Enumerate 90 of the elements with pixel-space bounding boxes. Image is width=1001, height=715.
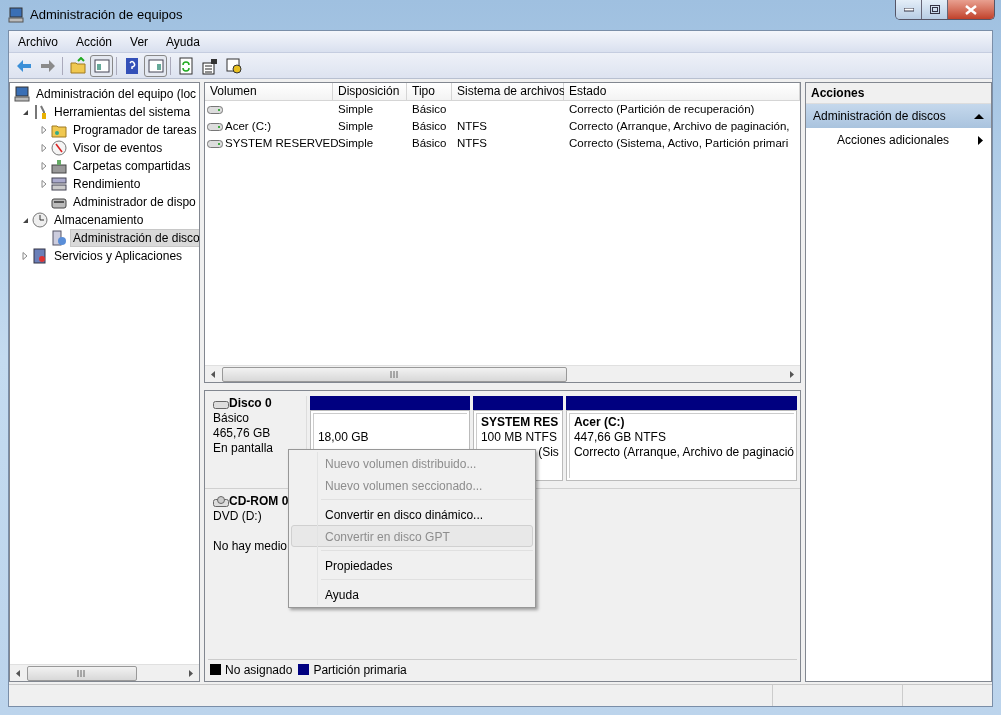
- menu-item[interactable]: Convertir en disco dinámico...: [291, 503, 533, 525]
- tree-item[interactable]: Programador de tareas: [70, 121, 199, 139]
- maximize-button[interactable]: [922, 0, 948, 19]
- table-cell-text: Básico: [412, 102, 447, 117]
- drive-icon: [207, 121, 223, 132]
- tree-item[interactable]: Administrador de dispo: [70, 193, 199, 211]
- expand-icon[interactable]: [41, 126, 47, 134]
- expand-icon[interactable]: [41, 162, 47, 170]
- collapse-icon[interactable]: [21, 108, 29, 116]
- menu-item[interactable]: Ayuda: [157, 32, 209, 51]
- menu-item[interactable]: Propiedades: [291, 554, 533, 576]
- table-cell-text: Correcto (Arranque, Archivo de paginación,: [569, 119, 790, 134]
- menu-item[interactable]: Ver: [121, 32, 158, 51]
- tree-item[interactable]: Administración del equipo (loc: [33, 85, 199, 103]
- partition-info: 18,00 GB: [317, 430, 370, 445]
- table-cell-text: NTFS: [457, 136, 488, 151]
- legend-label: Partición primaria: [313, 661, 407, 679]
- legend-label: No asignado: [225, 661, 293, 679]
- partition-info: 447,66 GB NTFS: [573, 430, 667, 445]
- tree-item[interactable]: Visor de eventos: [70, 139, 166, 157]
- menu-item[interactable]: Acción: [67, 32, 122, 51]
- disk-info: No hay medio: [213, 539, 289, 554]
- disk-name: CD-ROM 0: [229, 494, 289, 509]
- maximize-icon: [929, 5, 940, 14]
- disk-info: DVD (D:): [213, 509, 263, 524]
- column-header[interactable]: Sistema de archivos: [452, 83, 564, 100]
- drive-icon: [207, 104, 223, 115]
- panel-icon[interactable]: [90, 54, 113, 77]
- storage-icon: [51, 176, 67, 192]
- action-link[interactable]: Acciones adicionales: [806, 128, 991, 152]
- table-cell-text: Básico: [412, 119, 447, 134]
- grip-icon: [77, 669, 87, 677]
- collapse-icon[interactable]: [21, 216, 29, 224]
- disk-info: En pantalla: [213, 441, 275, 456]
- expand-icon[interactable]: [22, 252, 28, 260]
- services-icon: [51, 230, 67, 246]
- tree-item[interactable]: Servicios y Aplicaciones: [51, 247, 186, 265]
- computer-icon: [14, 86, 30, 102]
- partition-title: Acer (C:): [573, 415, 626, 430]
- grip-icon: [390, 370, 400, 378]
- tree-item[interactable]: Administración de disco: [70, 229, 199, 247]
- table-cell-text: SYSTEM RESERVED: [225, 136, 339, 151]
- submenu-arrow-icon: [978, 135, 983, 145]
- folder-icon: [51, 122, 67, 138]
- column-header[interactable]: Disposición: [333, 83, 407, 100]
- cd-drive-icon: [213, 495, 229, 508]
- disk-info: 465,76 GB: [213, 426, 272, 441]
- partition-info: Correcto (Arranque, Archivo de paginació: [573, 445, 794, 460]
- table-cell-text: Correcto (Sistema, Activo, Partición primari: [569, 136, 789, 151]
- column-header[interactable]: Volumen: [205, 83, 333, 100]
- column-header[interactable]: Estado: [564, 83, 800, 100]
- panel-icon[interactable]: [144, 54, 167, 77]
- expand-icon[interactable]: [41, 180, 47, 188]
- menu-item[interactable]: Ayuda: [291, 583, 533, 605]
- horizontal-scrollbar[interactable]: [205, 365, 800, 382]
- disk-name: Disco 0: [229, 396, 272, 411]
- collapse-icon[interactable]: [974, 113, 984, 119]
- log-icon: [32, 248, 48, 264]
- tree-item[interactable]: Almacenamiento: [51, 211, 147, 229]
- drive-icon: [207, 138, 223, 149]
- tree-item[interactable]: Herramientas del sistema: [51, 103, 194, 121]
- table-cell-text: Simple: [338, 119, 374, 134]
- actions-section-header[interactable]: Administración de discos: [806, 104, 991, 128]
- close-button[interactable]: [948, 0, 994, 19]
- device-icon: [51, 158, 67, 174]
- menu-item[interactable]: Archivo: [9, 32, 67, 51]
- gauge-icon: [51, 140, 67, 156]
- partition-info: (Sis: [537, 445, 560, 460]
- table-cell-text: Simple: [338, 136, 374, 151]
- clock-icon: [32, 212, 48, 228]
- expand-icon[interactable]: [41, 144, 47, 152]
- partition-title: SYSTEM RES: [480, 415, 560, 430]
- actions-title: Acciones: [806, 83, 991, 104]
- minimize-button[interactable]: [896, 0, 922, 19]
- table-cell-text: Acer (C:): [225, 119, 271, 134]
- table-cell-text: NTFS: [457, 119, 488, 134]
- partition-info: 100 MB NTFS: [480, 430, 558, 445]
- table-cell-text: Básico: [412, 136, 447, 151]
- table-cell-text: Simple: [338, 102, 374, 117]
- column-header[interactable]: Tipo: [407, 83, 452, 100]
- window-title: Administración de equipos: [30, 6, 183, 25]
- minimize-icon: [903, 7, 914, 12]
- tree-item[interactable]: Rendimiento: [70, 175, 144, 193]
- horizontal-scrollbar[interactable]: [10, 664, 199, 681]
- disk-info: Básico: [213, 411, 251, 426]
- tools-icon: [32, 104, 48, 120]
- table-cell-text: Correcto (Partición de recuperación): [569, 102, 755, 117]
- app-icon: [8, 7, 24, 23]
- close-icon: [965, 4, 977, 15]
- tree-item[interactable]: Carpetas compartidas: [70, 157, 194, 175]
